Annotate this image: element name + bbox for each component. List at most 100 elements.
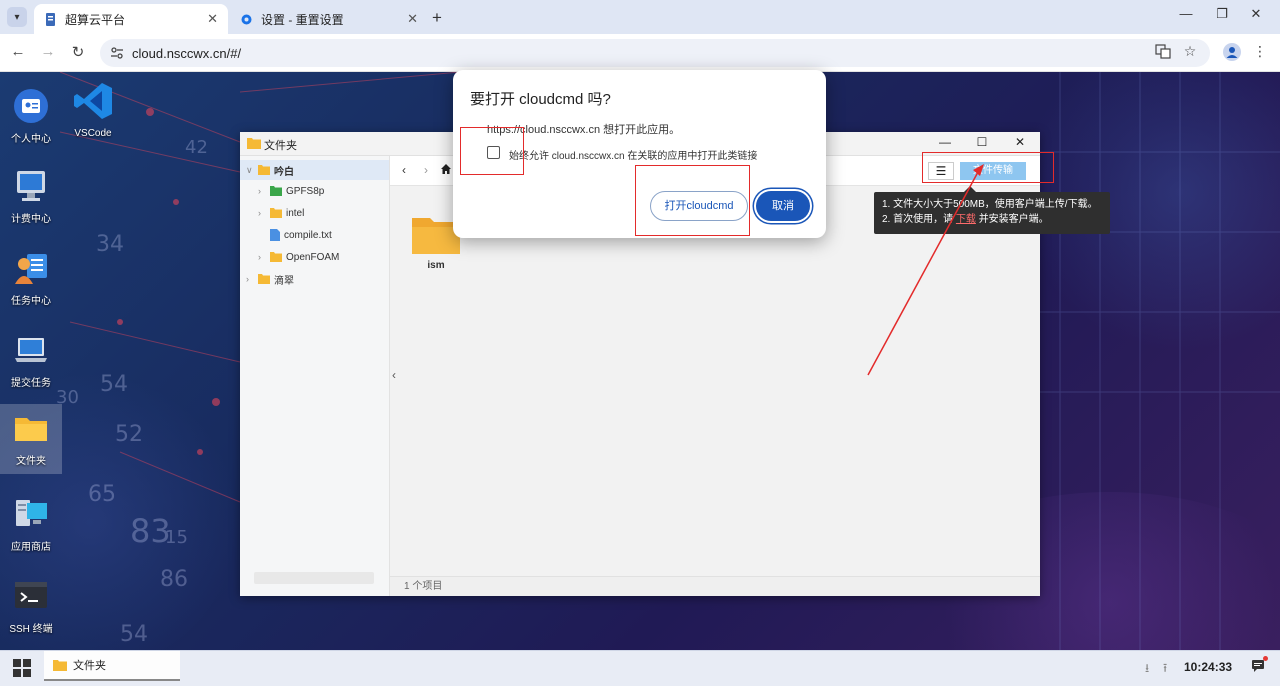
folder-icon [258, 165, 270, 175]
profile-icon[interactable] [1222, 43, 1242, 64]
terminal-icon [15, 582, 47, 608]
tree-item-label: 吟白 [274, 166, 294, 178]
tree-item-intel[interactable]: › intel [258, 203, 304, 223]
tree-horizontal-scrollbar[interactable] [254, 572, 374, 584]
task-person-icon [15, 254, 47, 284]
vscode-icon [74, 83, 112, 119]
back-icon[interactable]: ← [8, 43, 28, 60]
id-card-icon [14, 89, 48, 123]
folder-icon [247, 138, 261, 149]
close-icon[interactable]: ✕ [1009, 135, 1031, 153]
tree-item-openfoam[interactable]: › OpenFOAM [258, 247, 339, 267]
folder-icon [53, 659, 67, 671]
desktop-icon-personal-center[interactable]: 个人中心 [0, 82, 62, 152]
tab-settings[interactable]: 设置 - 重置设置 ✕ [230, 4, 428, 34]
expand-right-icon[interactable]: › [258, 208, 270, 218]
tab-title: 设置 - 重置设置 [261, 12, 344, 27]
notification-badge [1263, 656, 1268, 661]
browser-tab-bar: ▾ 超算云平台 ✕ 设置 - 重置设置 ✕ + — ❐ ✕ [0, 0, 1280, 34]
tooltip-line-2: 2. 首次使用，请 下载 并安装客户端。 [882, 212, 1102, 227]
window-title: 文件夹 [264, 140, 297, 152]
minimize-icon[interactable]: — [934, 135, 956, 153]
file-transfer-button[interactable]: 文件传输 [960, 162, 1026, 180]
tree-item-label: OpenFOAM [286, 251, 340, 263]
reload-icon[interactable]: ↻ [68, 43, 88, 61]
desktop-icon-vscode[interactable]: VSCode [62, 78, 124, 148]
tree-item-yinbai[interactable]: ∨ 吟白 [240, 160, 389, 180]
new-tab-button[interactable]: + [432, 8, 442, 28]
desktop-icon-billing-center[interactable]: 计费中心 [0, 162, 62, 232]
laptop-icon [15, 338, 47, 362]
download-link[interactable]: 下载 [956, 214, 976, 225]
dialog-message: https://cloud.nsccwx.cn 想打开此应用。 [487, 124, 681, 136]
download-tray-icon[interactable]: ⭳ [1145, 659, 1149, 680]
menu-kebab-icon[interactable]: ⋮ [1250, 43, 1270, 60]
tooltip-line-1: 1. 文件大小大于500MB，使用客户端上传/下载。 [882, 199, 1098, 210]
tree-item-gpfs8p[interactable]: › GPFS8p [258, 181, 324, 201]
desktop-icon-folder[interactable]: 文件夹 [0, 404, 62, 474]
tab-close-icon[interactable]: ✕ [407, 11, 418, 27]
folder-icon [270, 208, 282, 218]
minimize-window-icon[interactable]: — [1174, 6, 1198, 21]
desktop-icon-label: 提交任务 [11, 378, 51, 389]
forward-arrow-icon[interactable]: › [424, 163, 428, 177]
restore-window-icon[interactable]: ❐ [1210, 6, 1234, 22]
tooltip-arrow [964, 186, 976, 192]
desktop-icon-task-center[interactable]: 任务中心 [0, 244, 62, 314]
gear-favicon-icon [240, 13, 253, 26]
expand-down-icon[interactable]: ∨ [246, 165, 258, 176]
desktop-icon-label: 文件夹 [16, 456, 46, 467]
tree-item-label: GPFS8p [286, 185, 325, 197]
tree-item-compile-txt[interactable]: compile.txt [270, 225, 332, 245]
always-allow-label[interactable]: 始终允许 cloud.nsccwx.cn 在关联的应用中打开此类链接 [509, 147, 757, 162]
close-window-icon[interactable]: ✕ [1244, 6, 1268, 22]
list-view-icon[interactable]: ☰ [928, 162, 954, 180]
cancel-button[interactable]: 取消 [756, 191, 810, 221]
folder-icon [270, 186, 282, 196]
start-menu-icon[interactable] [13, 659, 31, 677]
notification-icon[interactable] [1251, 659, 1265, 673]
folder-icon [270, 252, 282, 262]
forward-icon[interactable]: → [38, 43, 58, 60]
taskbar: 文件夹 ⭳ ⭱ 10:24:33 [0, 650, 1280, 686]
tree-item-label: intel [286, 207, 305, 219]
monitor-icon [17, 171, 45, 201]
expand-right-icon[interactable]: › [258, 186, 270, 196]
upload-tray-icon[interactable]: ⭱ [1163, 659, 1167, 680]
taskbar-item-folder[interactable]: 文件夹 [44, 651, 180, 681]
tab-search-button[interactable]: ▾ [7, 7, 27, 27]
tooltip-text: 2. 首次使用，请 [882, 214, 954, 225]
open-app-button[interactable]: 打开cloudcmd [650, 191, 748, 221]
tab-close-icon[interactable]: ✕ [207, 11, 218, 27]
desktop-icon-app-store[interactable]: 应用商店 [0, 490, 62, 560]
doc-favicon-icon [44, 12, 57, 26]
translate-icon[interactable] [1153, 43, 1173, 62]
address-bar-row: ← → ↻ cloud.nsccwx.cn/#/ ☆ ⋮ [0, 34, 1280, 72]
file-icon [270, 229, 280, 241]
tooltip-text: 并安装客户端。 [978, 214, 1049, 225]
back-arrow-icon[interactable]: ‹ [402, 163, 406, 177]
home-icon[interactable] [440, 163, 452, 178]
url-input[interactable]: cloud.nsccwx.cn/#/ [100, 39, 1210, 67]
desktop-icon-label: 计费中心 [11, 214, 51, 225]
site-info-icon[interactable] [110, 46, 124, 60]
tree-item-label: 滴翠 [274, 275, 294, 287]
desktop-icon-ssh-terminal[interactable]: SSH 终端 [0, 572, 62, 642]
expand-right-icon[interactable]: › [258, 252, 270, 262]
desktop-icon-submit-task[interactable]: 提交任务 [0, 326, 62, 396]
transfer-tooltip: 1. 文件大小大于500MB，使用客户端上传/下载。 2. 首次使用，请 下载 … [874, 186, 1110, 234]
always-allow-checkbox[interactable] [487, 146, 500, 159]
folder-icon [15, 418, 47, 441]
desktop-icon-label: SSH 终端 [9, 624, 53, 635]
collapse-sidebar-icon[interactable]: ‹ [392, 368, 402, 382]
clock: 10:24:33 [1184, 660, 1233, 674]
bookmark-star-icon[interactable]: ☆ [1180, 43, 1200, 60]
app-store-icon [16, 500, 47, 526]
expand-right-icon[interactable]: › [246, 274, 258, 284]
url-text: cloud.nsccwx.cn/#/ [132, 45, 242, 61]
tree-item-dicui[interactable]: › 滴翠 [246, 269, 294, 289]
tab-title: 超算云平台 [65, 12, 126, 27]
maximize-icon[interactable]: ☐ [971, 135, 993, 153]
status-bar: 1 个项目 [390, 576, 1040, 596]
tab-supercomputing-cloud[interactable]: 超算云平台 ✕ [34, 4, 228, 34]
